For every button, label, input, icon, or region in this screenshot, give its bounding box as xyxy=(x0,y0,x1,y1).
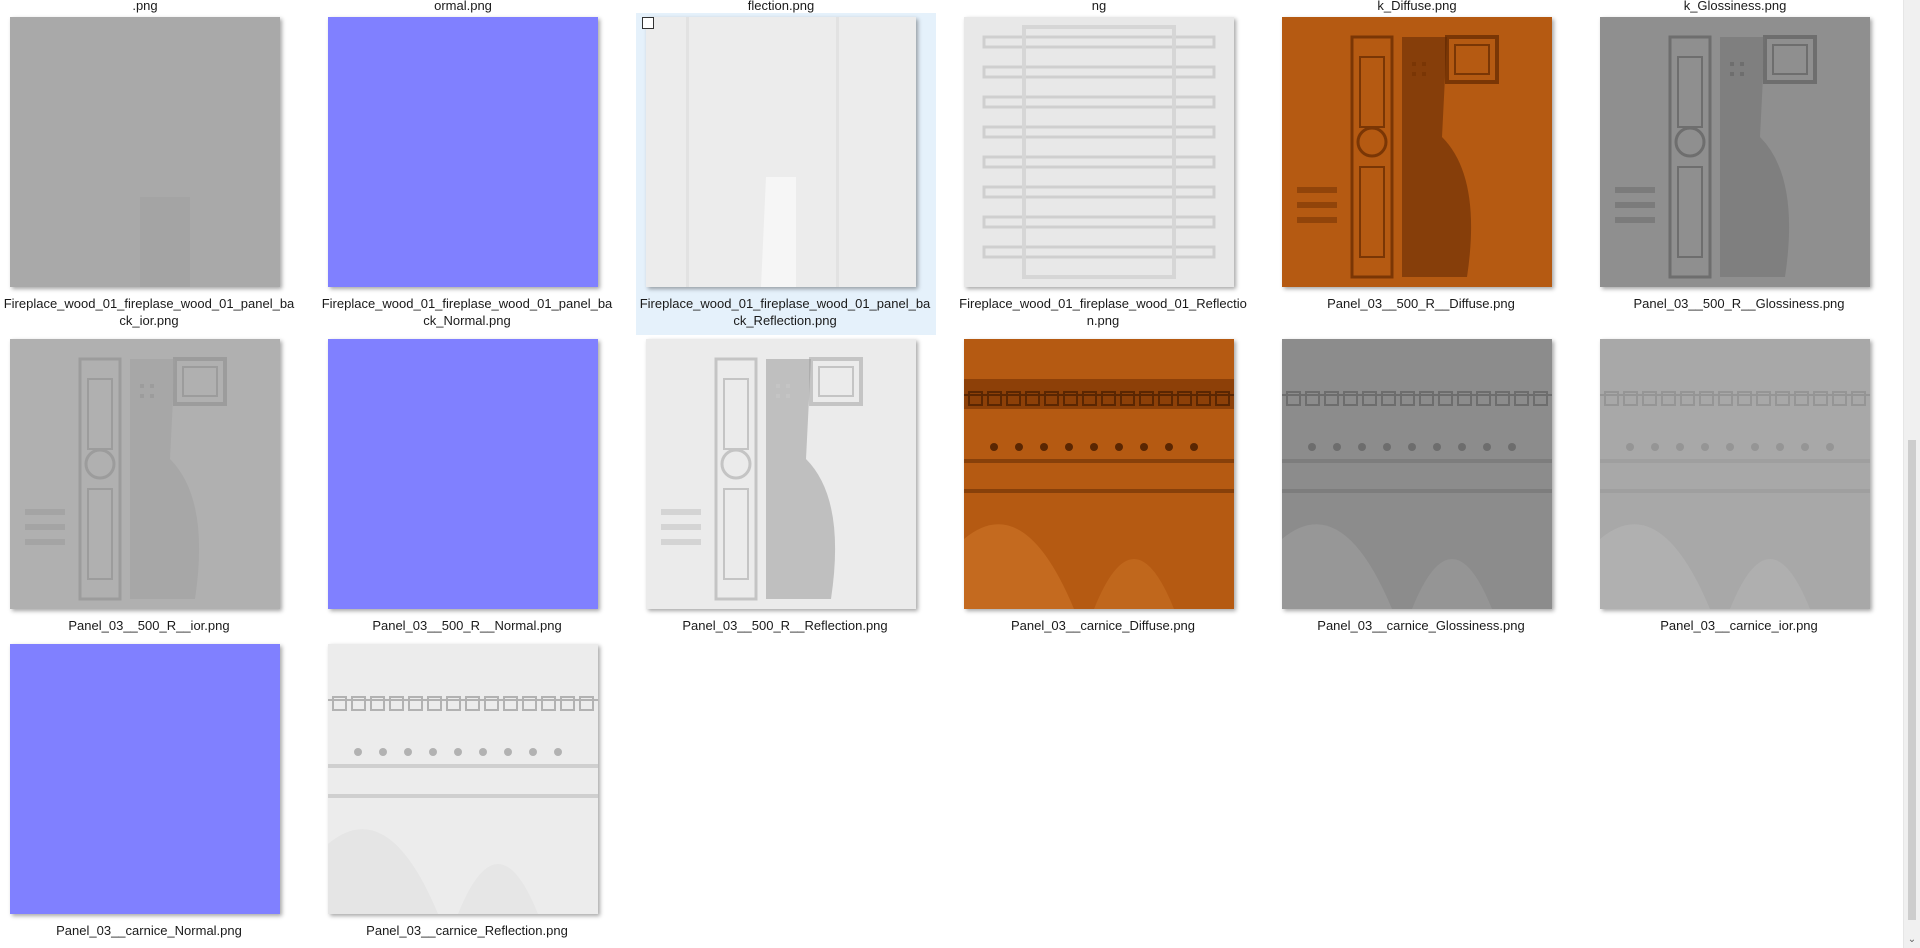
partial-file-label[interactable]: .png xyxy=(0,0,290,13)
file-item[interactable]: Panel_03__carnice_Diffuse.png xyxy=(954,335,1254,657)
file-item[interactable]: Panel_03__500_R__Glossiness.png xyxy=(1590,13,1890,335)
file-name[interactable]: Fireplace_wood_01_fireplase_wood_01_Refl… xyxy=(956,295,1250,329)
partial-file-label[interactable]: k_Diffuse.png xyxy=(1272,0,1562,13)
file-thumbnail[interactable] xyxy=(10,17,280,287)
file-name[interactable]: Fireplace_wood_01_fireplase_wood_01_pane… xyxy=(638,295,932,329)
file-name[interactable]: Panel_03__carnice_ior.png xyxy=(1592,617,1886,634)
file-item[interactable]: Panel_03__500_R__Diffuse.png xyxy=(1272,13,1572,335)
file-thumbnail[interactable] xyxy=(1600,339,1870,609)
partial-file-label[interactable]: ormal.png xyxy=(318,0,608,13)
file-item[interactable]: Panel_03__500_R__ior.png xyxy=(0,335,300,657)
selection-checkbox[interactable] xyxy=(642,17,654,29)
file-item[interactable]: Fireplace_wood_01_fireplase_wood_01_Refl… xyxy=(954,13,1254,335)
file-item[interactable]: Panel_03__500_R__Reflection.png xyxy=(636,335,936,657)
file-thumbnail[interactable] xyxy=(1282,17,1552,287)
file-thumbnail[interactable] xyxy=(1282,339,1552,609)
file-name[interactable]: Panel_03__500_R__Normal.png xyxy=(320,617,614,634)
file-thumbnail[interactable] xyxy=(10,339,280,609)
file-name[interactable]: Panel_03__500_R__Diffuse.png xyxy=(1274,295,1568,312)
file-thumbnail[interactable] xyxy=(646,17,916,287)
file-name[interactable]: Panel_03__500_R__Glossiness.png xyxy=(1592,295,1886,312)
partial-file-label[interactable]: ng xyxy=(954,0,1244,13)
file-name[interactable]: Panel_03__carnice_Diffuse.png xyxy=(956,617,1250,634)
scrollbar-thumb[interactable] xyxy=(1908,440,1916,920)
file-name[interactable]: Fireplace_wood_01_fireplase_wood_01_pane… xyxy=(320,295,614,329)
file-name[interactable]: Panel_03__500_R__ior.png xyxy=(2,617,296,634)
file-item[interactable]: Fireplace_wood_01_fireplase_wood_01_pane… xyxy=(0,13,300,335)
file-item[interactable]: Panel_03__carnice_Glossiness.png xyxy=(1272,335,1572,657)
file-item[interactable]: Fireplace_wood_01_fireplase_wood_01_pane… xyxy=(636,13,936,335)
file-thumbnail[interactable] xyxy=(964,339,1234,609)
file-thumbnail[interactable] xyxy=(328,339,598,609)
file-name[interactable]: Panel_03__carnice_Normal.png xyxy=(2,922,296,939)
vertical-scrollbar[interactable]: ⌄ xyxy=(1903,0,1920,948)
file-explorer-view: .png ormal.png flection.png ng k_Diffuse… xyxy=(0,0,1920,948)
file-item[interactable]: Fireplace_wood_01_fireplase_wood_01_pane… xyxy=(318,13,618,335)
file-thumbnail[interactable] xyxy=(328,17,598,287)
file-item[interactable]: Panel_03__500_R__Normal.png xyxy=(318,335,618,657)
partial-file-label[interactable]: flection.png xyxy=(636,0,926,13)
file-thumbnail[interactable] xyxy=(10,644,280,914)
file-item[interactable]: Panel_03__carnice_ior.png xyxy=(1590,335,1890,657)
file-name[interactable]: Panel_03__500_R__Reflection.png xyxy=(638,617,932,634)
file-thumbnail[interactable] xyxy=(328,644,598,914)
chevron-down-icon[interactable]: ⌄ xyxy=(1904,931,1920,948)
file-thumbnail[interactable] xyxy=(646,339,916,609)
partial-file-label[interactable]: k_Glossiness.png xyxy=(1590,0,1880,13)
file-thumbnail[interactable] xyxy=(964,17,1234,287)
file-name[interactable]: Panel_03__carnice_Glossiness.png xyxy=(1274,617,1568,634)
file-item[interactable]: Panel_03__carnice_Reflection.png xyxy=(318,640,618,948)
file-name[interactable]: Panel_03__carnice_Reflection.png xyxy=(320,922,614,939)
file-name[interactable]: Fireplace_wood_01_fireplase_wood_01_pane… xyxy=(2,295,296,329)
file-thumbnail[interactable] xyxy=(1600,17,1870,287)
file-item[interactable]: Panel_03__carnice_Normal.png xyxy=(0,640,300,948)
